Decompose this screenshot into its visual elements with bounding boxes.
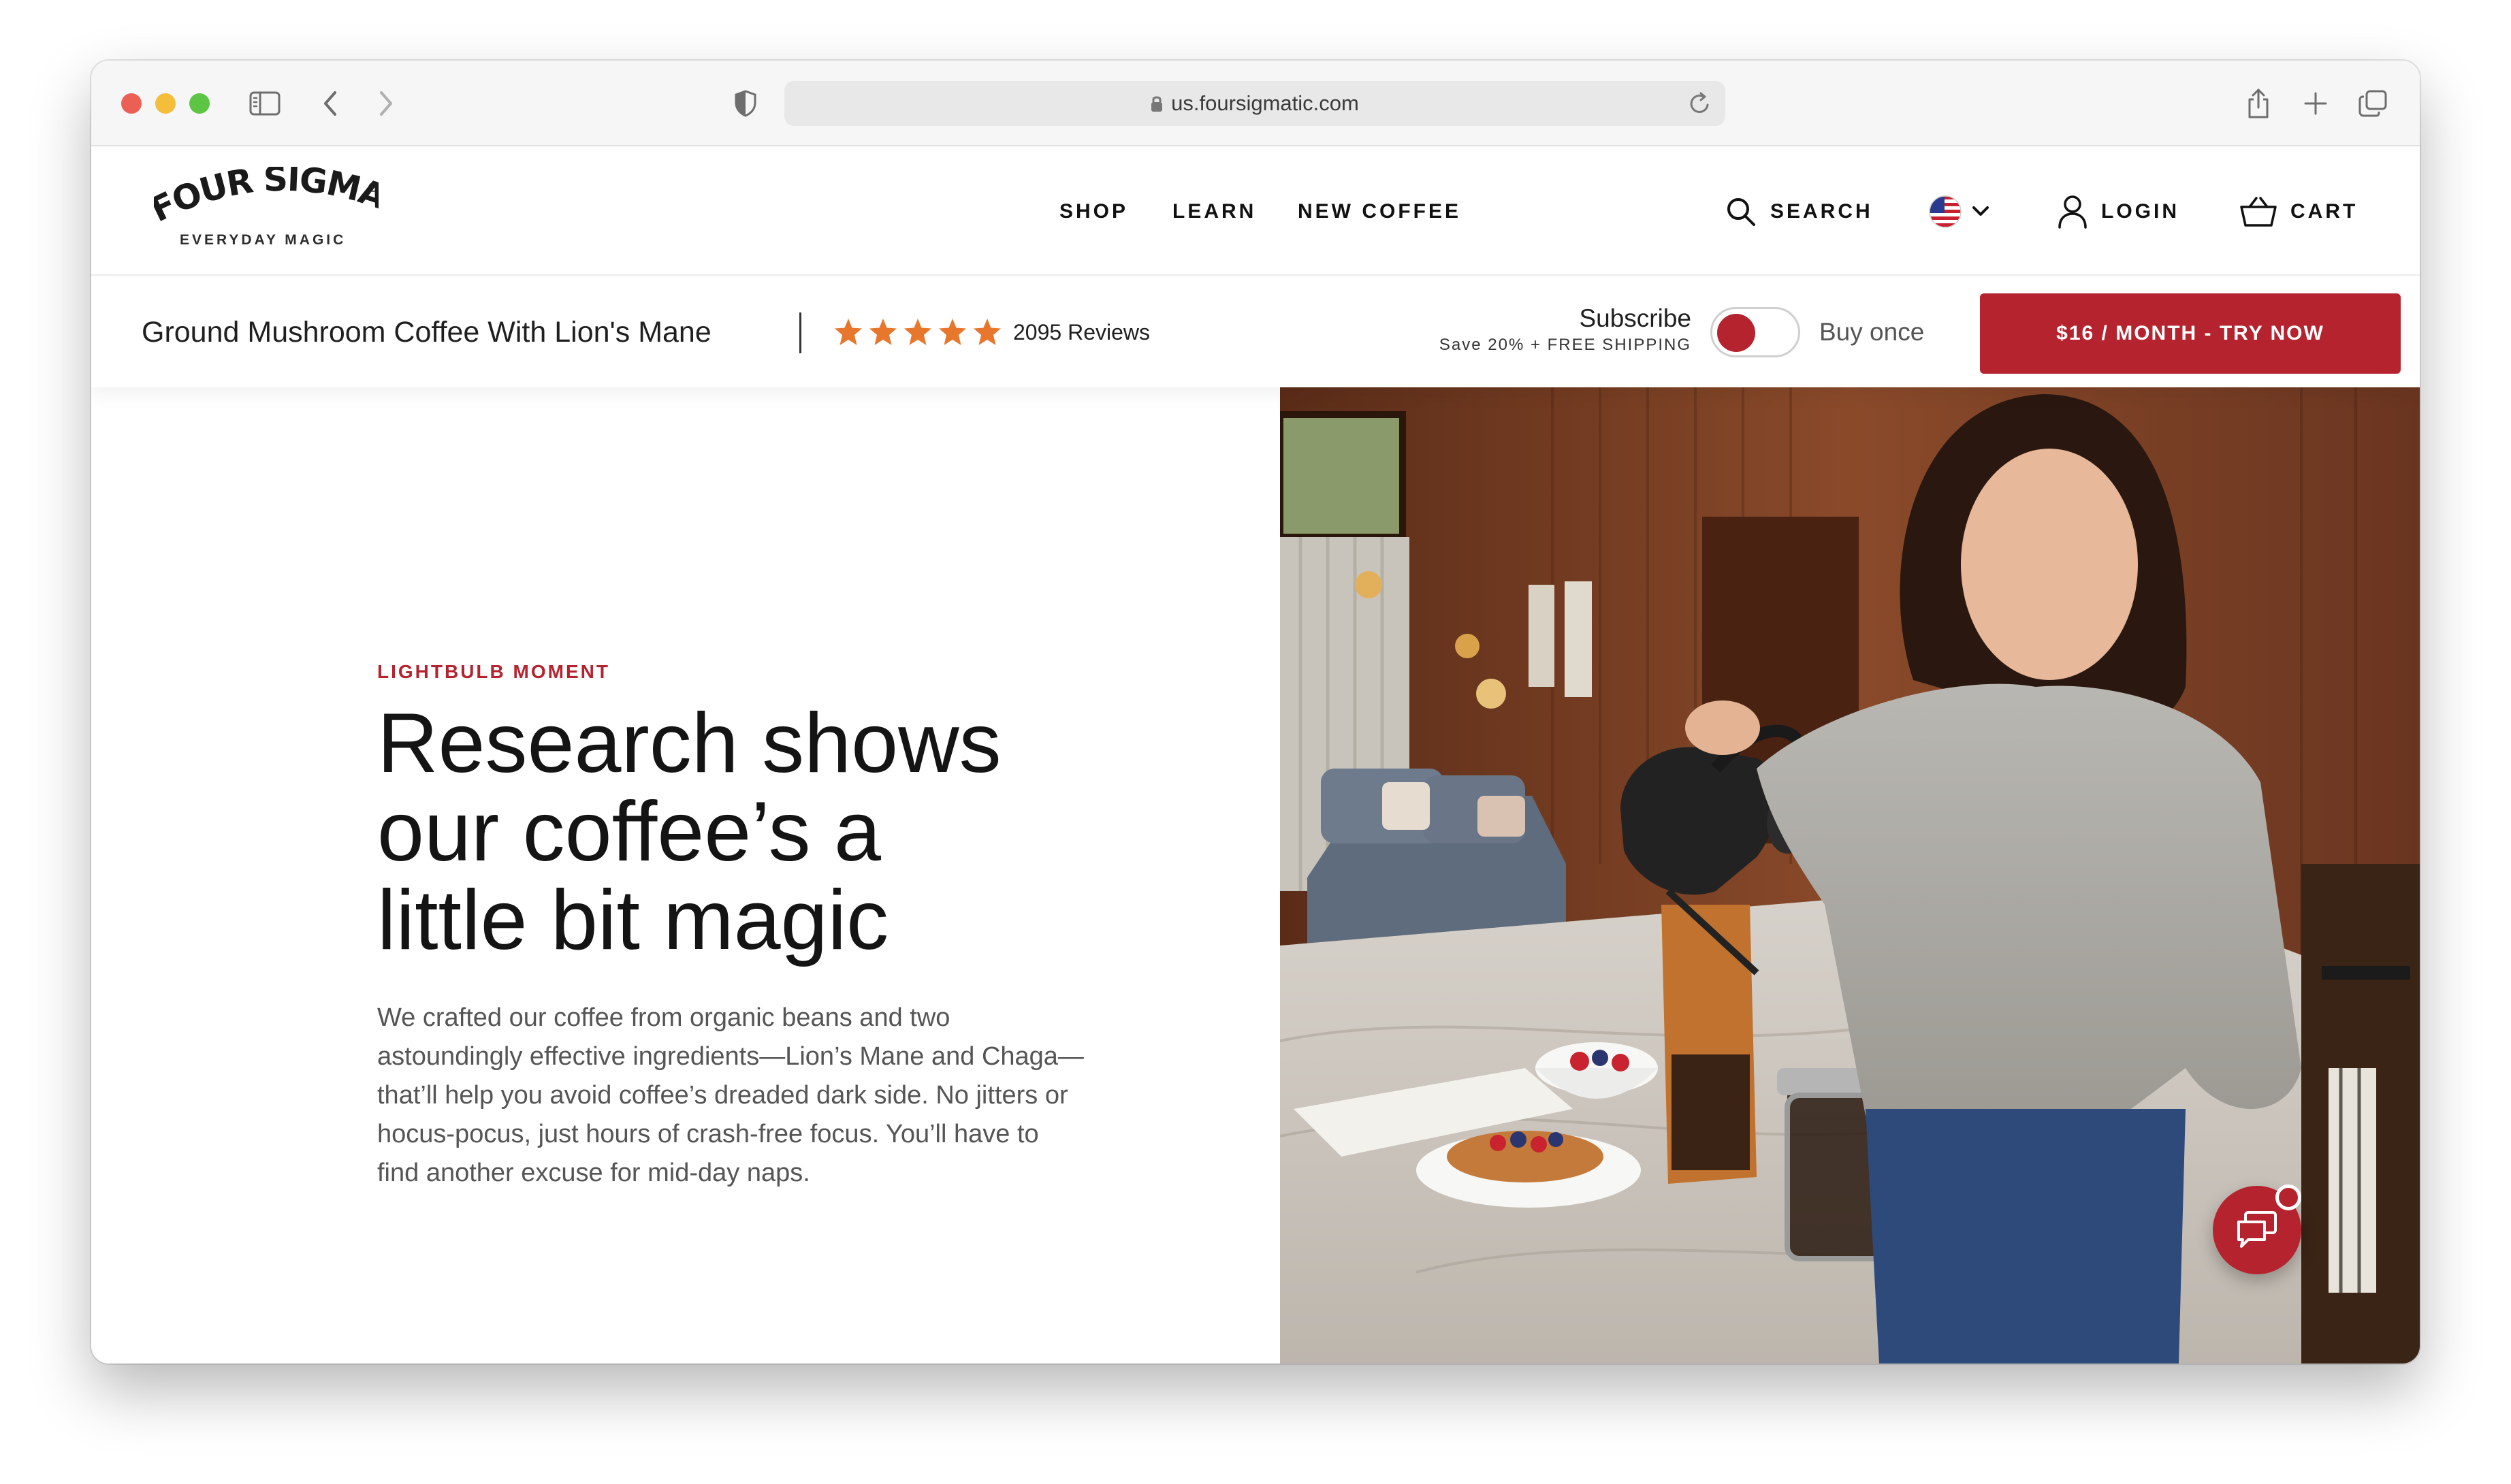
- chat-notification-badge: [2275, 1184, 2301, 1210]
- cart-label: CART: [2290, 200, 2358, 223]
- toggle-knob: [1717, 314, 1755, 352]
- product-title: Ground Mushroom Coffee With Lion's Mane: [142, 315, 711, 349]
- star-rating[interactable]: [833, 277, 1007, 387]
- chat-icon: [2235, 1210, 2280, 1251]
- buy-once-option[interactable]: Buy once: [1819, 277, 1924, 387]
- svg-text:FOUR SIGMATIC: FOUR SIGMATIC: [154, 167, 379, 228]
- url-text: us.foursigmatic.com: [1171, 91, 1359, 115]
- subscription-toggle[interactable]: [1710, 307, 1800, 357]
- logo-tagline: EVERYDAY MAGIC: [180, 232, 347, 248]
- try-now-button[interactable]: $16 / MONTH - TRY NOW: [1980, 293, 2401, 374]
- search-button[interactable]: SEARCH: [1725, 148, 1873, 276]
- star-icon: [974, 319, 1001, 345]
- user-icon: [2058, 195, 2088, 229]
- login-button[interactable]: LOGIN: [2058, 148, 2179, 276]
- site-header: FOUR SIGMATIC EVERYDAY MAGIC SHOP LEARN …: [91, 148, 2420, 276]
- new-tab-icon[interactable]: [2293, 81, 2338, 126]
- lock-icon: [1151, 95, 1163, 112]
- nav-learn[interactable]: LEARN: [1172, 148, 1256, 276]
- headline-line: our coffee’s a: [377, 785, 881, 879]
- hero-text-panel: LIGHTBULB MOMENT Research shows our coff…: [91, 387, 1280, 1364]
- star-icon: [904, 319, 931, 345]
- four-sigmatic-logo[interactable]: FOUR SIGMATIC EVERYDAY MAGIC: [154, 167, 379, 255]
- logo-wordmark: FOUR SIGMATIC: [154, 167, 379, 228]
- search-label: SEARCH: [1770, 200, 1873, 223]
- forward-arrow-icon[interactable]: [364, 81, 409, 126]
- login-label: LOGIN: [2101, 200, 2179, 223]
- nav-new-coffee[interactable]: NEW COFFEE: [1298, 148, 1461, 276]
- minimize-window-button[interactable]: [155, 93, 176, 114]
- hero-headline: Research shows our coffee’s a little bit…: [377, 699, 1153, 965]
- maximize-window-button[interactable]: [189, 93, 210, 114]
- address-bar[interactable]: us.foursigmatic.com: [784, 81, 1725, 126]
- us-flag-icon: [1928, 195, 1962, 229]
- back-arrow-icon[interactable]: [308, 81, 353, 126]
- chevron-down-icon: [1972, 206, 1989, 218]
- basket-icon: [2240, 196, 2277, 227]
- subscribe-option[interactable]: Subscribe Save 20% + FREE SHIPPING: [1439, 304, 1691, 355]
- tab-overview-icon[interactable]: [2350, 81, 2395, 126]
- hero-body: We crafted our coffee from organic beans…: [377, 1003, 1084, 1187]
- reload-icon[interactable]: [1689, 91, 1712, 121]
- headline-line: little bit magic: [377, 873, 889, 967]
- star-icon: [869, 319, 897, 345]
- star-icon: [835, 319, 862, 345]
- star-icon: [939, 319, 966, 345]
- browser-window: us.foursigmatic.com FOUR SIGMATIC: [91, 61, 2420, 1364]
- subscribe-note: Save 20% + FREE SHIPPING: [1439, 336, 1691, 354]
- sidebar-toggle-icon[interactable]: [242, 81, 287, 126]
- share-icon[interactable]: [2236, 81, 2281, 126]
- sticky-product-bar: Ground Mushroom Coffee With Lion's Mane …: [91, 277, 2420, 387]
- headline-line: Research shows: [377, 696, 1002, 790]
- region-selector[interactable]: [1928, 148, 1989, 276]
- reviews-count-link[interactable]: 2095 Reviews: [1013, 277, 1150, 387]
- cart-button[interactable]: CART: [2240, 148, 2358, 276]
- nav-shop[interactable]: SHOP: [1059, 148, 1128, 276]
- search-icon: [1725, 196, 1757, 227]
- subscribe-label: Subscribe: [1579, 304, 1691, 332]
- hero-eyebrow: LIGHTBULB MOMENT: [377, 661, 610, 682]
- browser-toolbar: us.foursigmatic.com: [91, 61, 2420, 146]
- close-window-button[interactable]: [121, 93, 142, 114]
- divider: [799, 312, 801, 353]
- privacy-shield-icon[interactable]: [723, 81, 768, 126]
